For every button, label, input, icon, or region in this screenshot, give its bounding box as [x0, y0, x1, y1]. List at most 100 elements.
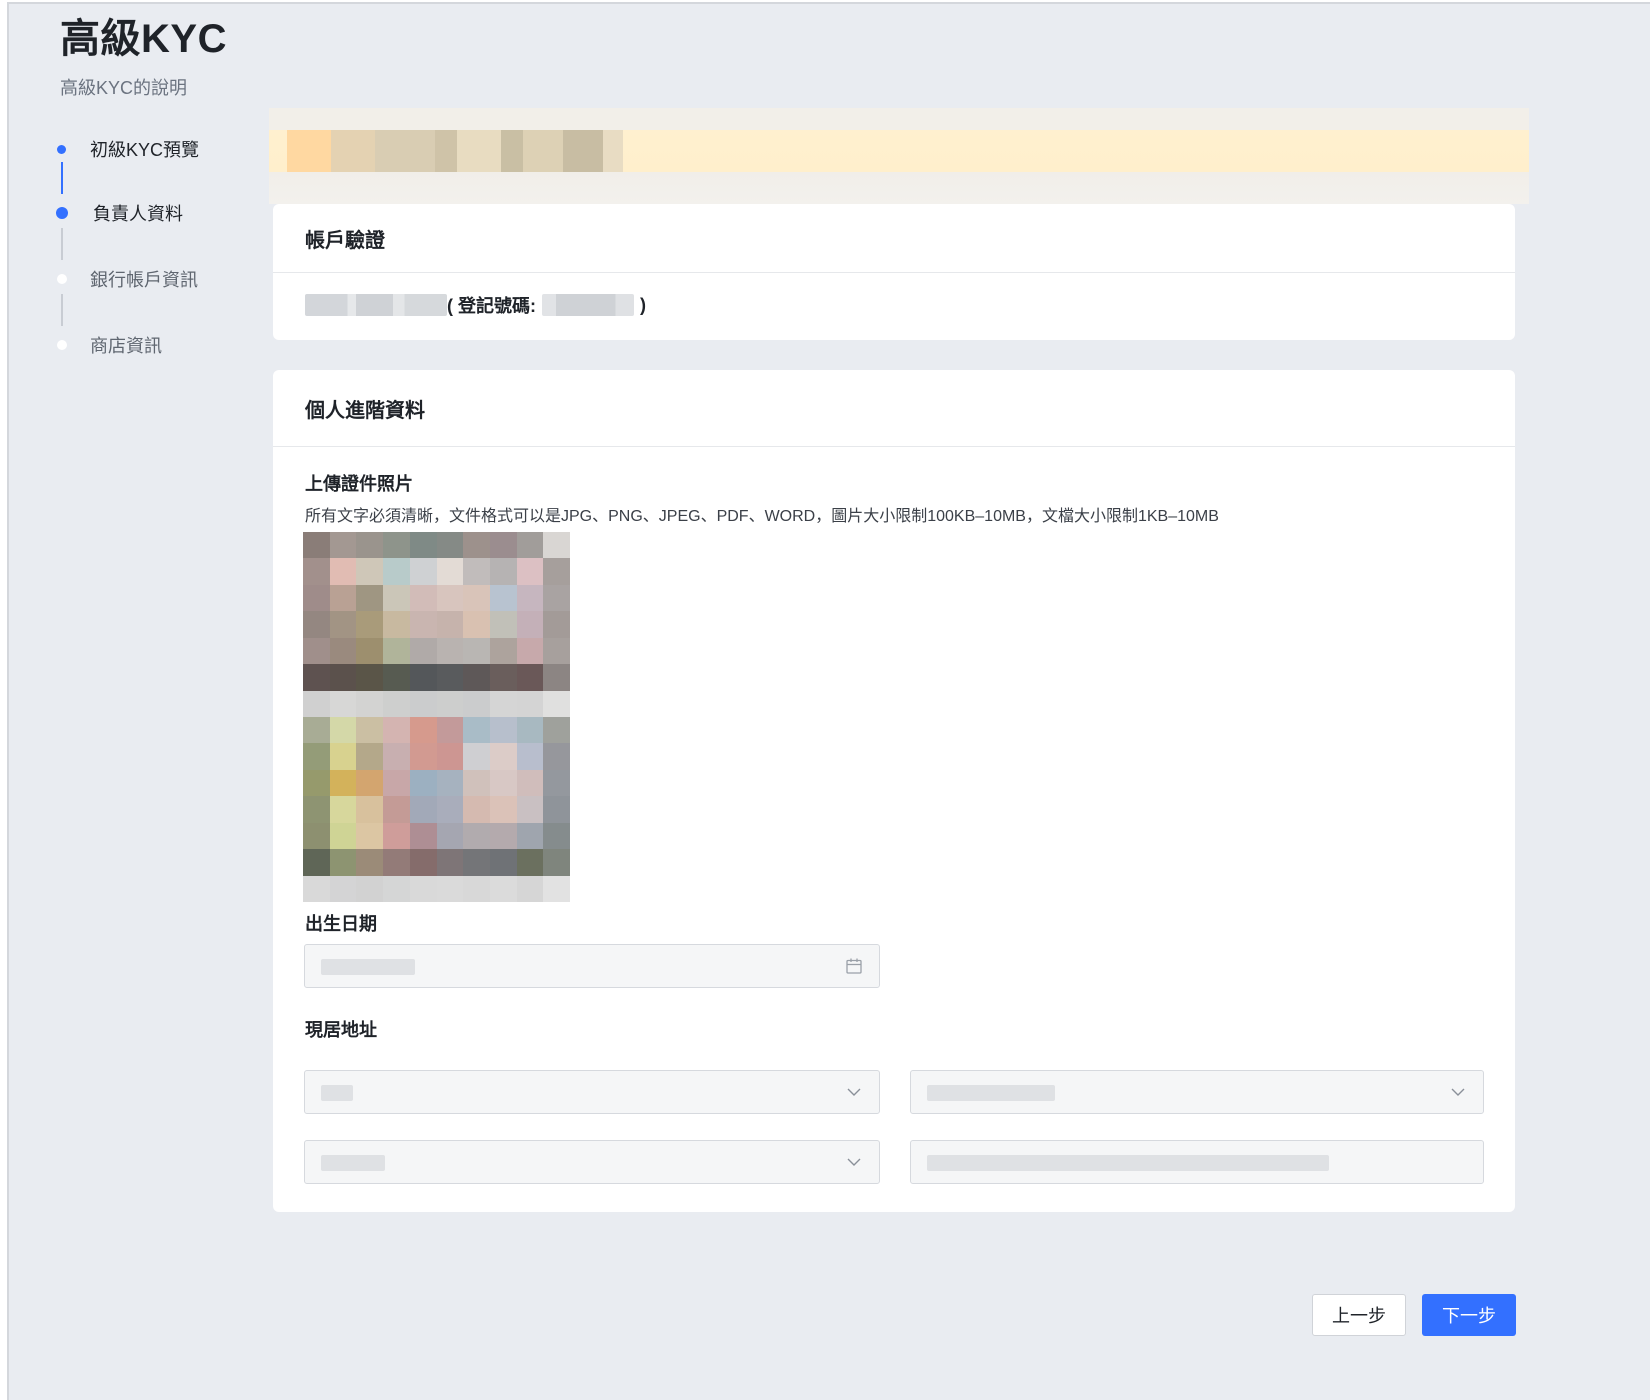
current-address-label: 現居地址: [305, 1020, 377, 1040]
photo-pixel: [329, 822, 357, 850]
photo-pixel: [356, 664, 384, 691]
address-city-select[interactable]: [910, 1070, 1484, 1114]
photo-pixel: [436, 822, 464, 850]
photo-pixel: [329, 584, 357, 612]
photo-pixel: [409, 769, 437, 797]
page-subtitle: 高級KYC的說明: [60, 78, 188, 98]
photo-pixel: [516, 822, 544, 850]
birth-date-label: 出生日期: [305, 914, 377, 934]
step-pending-dot-icon: [57, 274, 67, 284]
photo-pixel: [463, 558, 490, 585]
address-city-value-redacted: [927, 1085, 1055, 1101]
photo-pixel: [543, 611, 570, 638]
photo-pixel: [463, 743, 490, 770]
photo-pixel: [383, 796, 410, 823]
page-title: 高級KYC: [60, 17, 227, 61]
photo-pixel: [383, 637, 410, 665]
uploaded-id-photo-preview[interactable]: [303, 532, 570, 902]
photo-pixel: [383, 822, 410, 850]
photo-pixel: [383, 664, 410, 691]
photo-pixel: [329, 558, 357, 585]
step-label: 銀行帳戶資訊: [90, 270, 198, 290]
calendar-icon[interactable]: [845, 957, 863, 975]
photo-pixel: [409, 875, 437, 902]
address-district-select[interactable]: [304, 1140, 880, 1184]
photo-pixel: [383, 584, 410, 612]
address-country-value-redacted: [321, 1085, 353, 1101]
photo-pixel: [463, 532, 490, 559]
registration-info-row: ( 登記號碼: ): [305, 292, 646, 318]
photo-pixel: [436, 611, 464, 638]
photo-pixel: [303, 875, 330, 902]
photo-pixel: [329, 769, 357, 797]
photo-pixel: [329, 796, 357, 823]
photo-pixel: [356, 822, 384, 850]
photo-pixel: [383, 743, 410, 770]
photo-pixel: [303, 558, 330, 585]
birth-date-input[interactable]: [304, 944, 880, 988]
photo-pixel: [356, 611, 384, 638]
photo-pixel: [516, 584, 544, 612]
registration-number-redacted: [542, 294, 634, 316]
photo-pixel: [543, 849, 570, 876]
photo-pixel: [489, 717, 517, 744]
photo-pixel: [516, 796, 544, 823]
photo-pixel: [489, 849, 517, 876]
photo-pixel: [409, 796, 437, 823]
photo-pixel: [356, 690, 384, 717]
address-district-value-redacted: [321, 1155, 385, 1171]
photo-pixel: [329, 664, 357, 691]
photo-pixel: [436, 637, 464, 665]
photo-pixel: [516, 875, 544, 902]
step-connector: [61, 294, 63, 326]
company-name-redacted: [305, 294, 447, 316]
photo-pixel: [516, 637, 544, 665]
address-street-input[interactable]: [910, 1140, 1484, 1184]
account-verification-card: 帳戶驗證 ( 登記號碼: ): [273, 204, 1515, 340]
photo-pixel: [436, 717, 464, 744]
page-frame: 高級KYC 高級KYC的說明 初級KYC預覽 負責人資料 銀行帳戶資訊 商店資訊: [7, 2, 1650, 1400]
photo-pixel: [329, 532, 357, 559]
photo-pixel: [329, 611, 357, 638]
step-label: 初級KYC預覽: [90, 140, 200, 160]
photo-pixel: [489, 637, 517, 665]
step-label: 商店資訊: [90, 336, 162, 356]
photo-pixel: [516, 558, 544, 585]
photo-pixel: [463, 717, 490, 744]
photo-pixel: [383, 875, 410, 902]
chevron-down-icon: [1451, 1088, 1465, 1096]
notice-banner-redacted: [269, 108, 1529, 204]
photo-pixel: [409, 743, 437, 770]
photo-pixel: [409, 637, 437, 665]
photo-pixel: [516, 664, 544, 691]
photo-pixel: [489, 664, 517, 691]
photo-pixel: [516, 849, 544, 876]
upload-help-text: 所有文字必須清晰，文件格式可以是JPG、PNG、JPEG、PDF、WORD，圖片…: [305, 508, 1219, 525]
photo-pixel: [516, 743, 544, 770]
photo-pixel: [436, 743, 464, 770]
birth-date-value-redacted: [321, 959, 415, 975]
photo-pixel: [303, 611, 330, 638]
photo-pixel: [436, 796, 464, 823]
photo-pixel: [329, 637, 357, 665]
photo-pixel: [543, 558, 570, 585]
address-country-select[interactable]: [304, 1070, 880, 1114]
photo-pixel: [356, 875, 384, 902]
next-step-button[interactable]: 下一步: [1422, 1294, 1516, 1336]
photo-pixel: [516, 690, 544, 717]
photo-pixel: [356, 849, 384, 876]
previous-step-button[interactable]: 上一步: [1312, 1294, 1406, 1336]
photo-pixel: [356, 743, 384, 770]
photo-pixel: [303, 637, 330, 665]
photo-pixel: [303, 584, 330, 612]
photo-pixel: [463, 822, 490, 850]
photo-pixel: [543, 664, 570, 691]
photo-pixel: [356, 717, 384, 744]
step-connector: [61, 228, 63, 260]
photo-pixel: [356, 769, 384, 797]
photo-pixel: [489, 769, 517, 797]
photo-pixel: [409, 717, 437, 744]
photo-pixel: [436, 769, 464, 797]
photo-pixel: [329, 690, 357, 717]
photo-pixel: [303, 796, 330, 823]
